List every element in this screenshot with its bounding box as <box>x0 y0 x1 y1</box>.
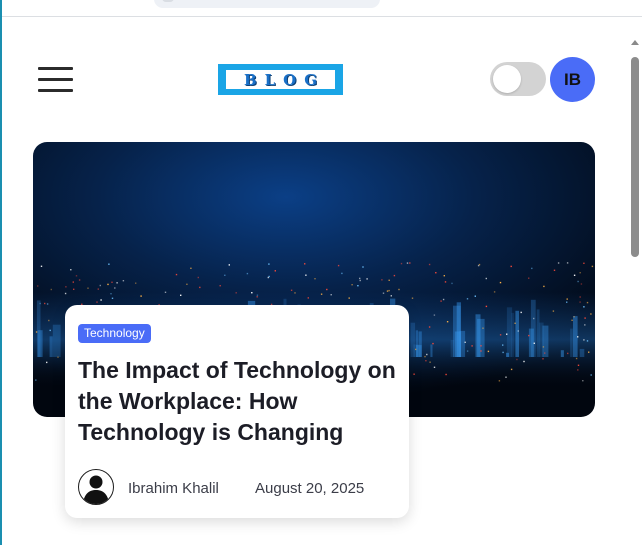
browser-toolbar <box>0 0 642 17</box>
scrollbar-thumb[interactable] <box>631 57 639 257</box>
logo-text: BLOG <box>243 70 326 89</box>
user-silhouette-icon <box>78 469 114 505</box>
author-name[interactable]: Ibrahim Khalil <box>128 480 219 497</box>
category-badge[interactable]: Technology <box>78 324 151 343</box>
post-title[interactable]: The Impact of Technology on the Workplac… <box>78 355 403 448</box>
toggle-knob <box>493 65 521 93</box>
hamburger-menu-icon[interactable] <box>38 67 73 93</box>
theme-toggle[interactable] <box>490 62 546 96</box>
vertical-scrollbar[interactable] <box>628 17 642 545</box>
scroll-up-arrow-icon[interactable] <box>631 40 639 45</box>
menu-bar <box>38 78 73 81</box>
post-date: August 20, 2025 <box>255 480 365 497</box>
menu-bar <box>38 89 73 92</box>
address-bar[interactable] <box>154 0 380 8</box>
site-logo[interactable]: BLOG <box>218 64 343 95</box>
address-bar-icon <box>162 0 174 2</box>
logo-plate: BLOG <box>226 70 335 89</box>
featured-post-card: Technology The Impact of Technology on t… <box>65 305 409 518</box>
page: BLOG IB Technology The Impact of Technol… <box>0 0 642 545</box>
user-avatar[interactable]: IB <box>550 57 595 102</box>
menu-bar <box>38 67 73 70</box>
